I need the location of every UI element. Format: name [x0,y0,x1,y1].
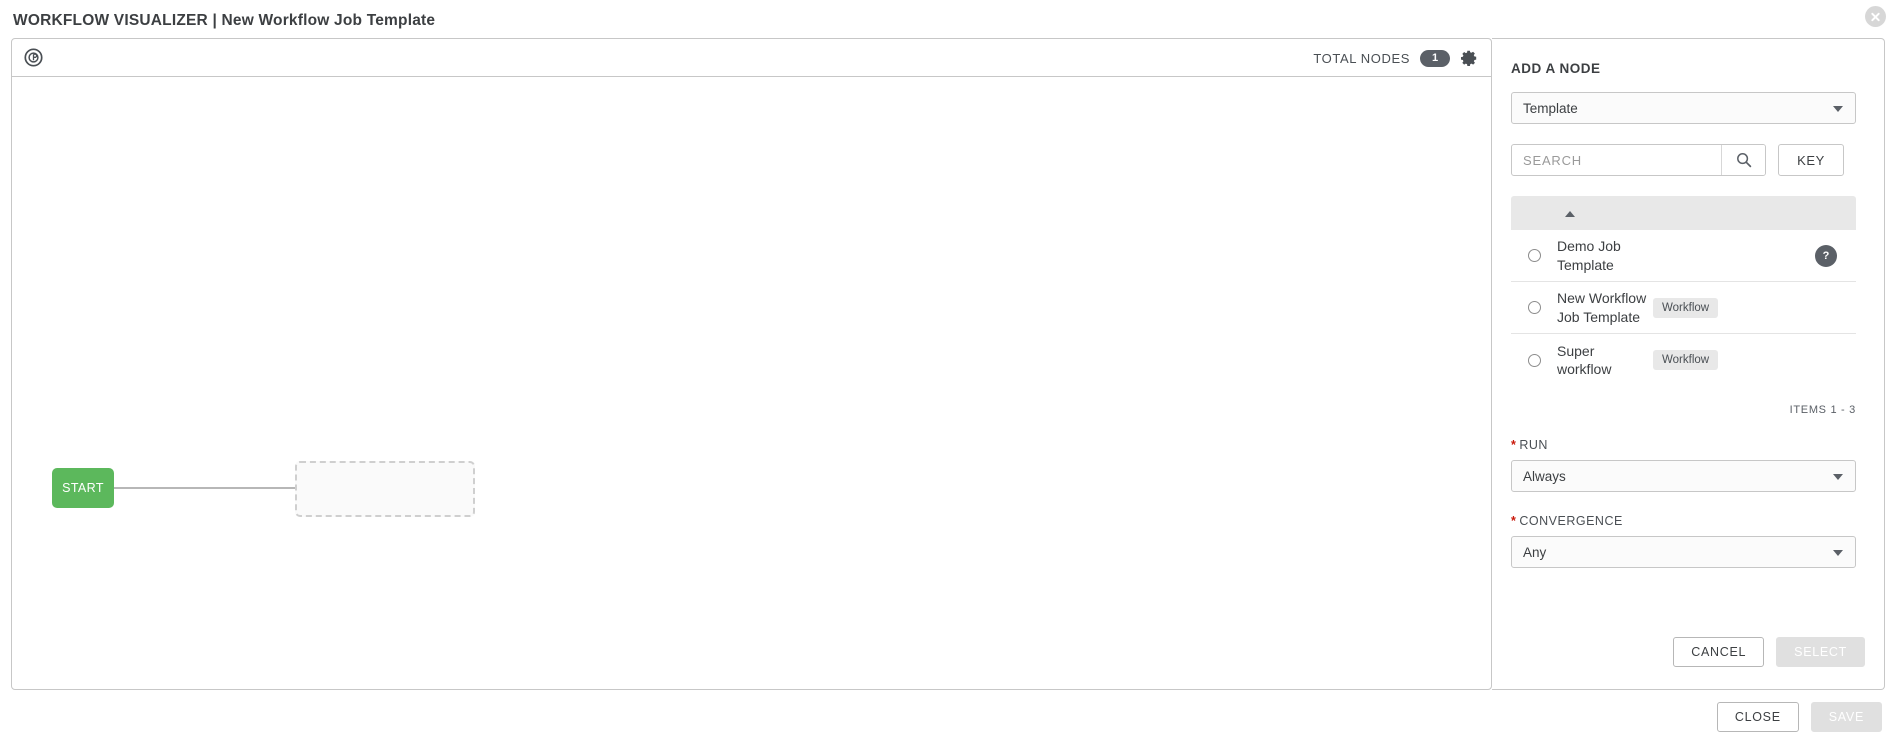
select-button-label: SELECT [1794,645,1847,659]
modal-title-bar: WORKFLOW VISUALIZER | New Workflow Job T… [0,0,1896,43]
run-select[interactable]: Always [1511,460,1856,492]
items-count-label: ITEMS 1 - 3 [1789,404,1856,416]
required-asterisk: * [1511,514,1517,528]
node-type-select[interactable]: Template [1511,92,1856,124]
convergence-select-value: Any [1523,544,1547,560]
select-button: SELECT [1776,637,1865,667]
page-title: WORKFLOW VISUALIZER | New Workflow Job T… [13,12,436,29]
canvas-toolbar: TOTAL NODES 1 [12,39,1491,77]
required-asterisk: * [1511,438,1517,452]
workflow-visualizer-modal: WORKFLOW VISUALIZER | New Workflow Job T… [0,0,1896,745]
list-item-label: Demo Job Template [1557,238,1621,273]
template-radio[interactable] [1528,301,1541,314]
run-label-text: RUN [1519,438,1548,452]
workflow-graph-canvas[interactable]: START [12,77,1491,689]
convergence-field-label: * CONVERGENCE [1511,514,1865,528]
save-button: SAVE [1810,702,1882,732]
total-nodes-badge: 1 [1420,49,1450,67]
chevron-down-icon [1833,550,1843,556]
convergence-label-text: CONVERGENCE [1519,514,1623,528]
start-node[interactable]: START [52,468,114,508]
gear-icon[interactable] [1460,49,1478,67]
panel-actions: CANCEL SELECT [1673,637,1865,667]
run-field-label: * RUN [1511,438,1865,452]
chevron-down-icon [1833,106,1843,112]
list-item[interactable]: Demo Job Template ? [1511,230,1856,282]
template-list: Demo Job Template ? New Workflow Job Tem… [1511,230,1856,386]
workflow-link-edge[interactable] [113,487,295,489]
close-circle-icon[interactable] [1865,6,1886,27]
run-select-value: Always [1523,468,1566,484]
help-badge[interactable]: ? [1815,244,1837,267]
key-button-label: KEY [1797,152,1825,168]
search-icon [1736,152,1752,168]
search-group [1511,144,1766,176]
close-button-label: CLOSE [1734,710,1781,724]
template-radio[interactable] [1528,353,1541,367]
canvas-toolbar-right: TOTAL NODES 1 [1313,39,1478,77]
workflow-canvas-panel: TOTAL NODES 1 START [11,38,1492,690]
key-button[interactable]: KEY [1778,144,1844,176]
list-sort-header[interactable] [1511,196,1856,230]
status-badge: Workflow [1653,297,1719,318]
chevron-down-icon [1833,474,1843,480]
compass-icon[interactable] [23,47,44,68]
template-radio[interactable] [1528,249,1541,262]
status-badge: Workflow [1653,350,1719,370]
search-button[interactable] [1721,145,1765,175]
convergence-select[interactable]: Any [1511,536,1856,568]
add-node-heading: ADD A NODE [1511,61,1601,76]
save-button-label: SAVE [1828,710,1864,724]
caret-up-icon [1565,211,1575,217]
search-row: KEY [1511,144,1865,176]
search-input[interactable] [1512,145,1721,175]
list-item-label: Super workflow [1557,342,1612,377]
add-node-panel: ADD A NODE Template SEARCH KEY Demo Job … [1492,38,1885,690]
cancel-button[interactable]: CANCEL [1673,637,1765,667]
footer-actions: CLOSE SAVE [1716,702,1882,732]
node-type-select-value: Template [1523,100,1578,116]
list-item-label: New Workflow Job Template [1557,290,1647,325]
start-node-label: START [62,481,104,495]
list-item[interactable]: New Workflow Job Template Workflow [1511,282,1856,334]
total-nodes-label: TOTAL NODES [1313,50,1410,66]
cancel-button-label: CANCEL [1691,645,1747,659]
placeholder-node[interactable] [295,461,475,517]
close-button[interactable]: CLOSE [1716,702,1799,732]
list-item[interactable]: Super workflow Workflow [1511,334,1856,386]
